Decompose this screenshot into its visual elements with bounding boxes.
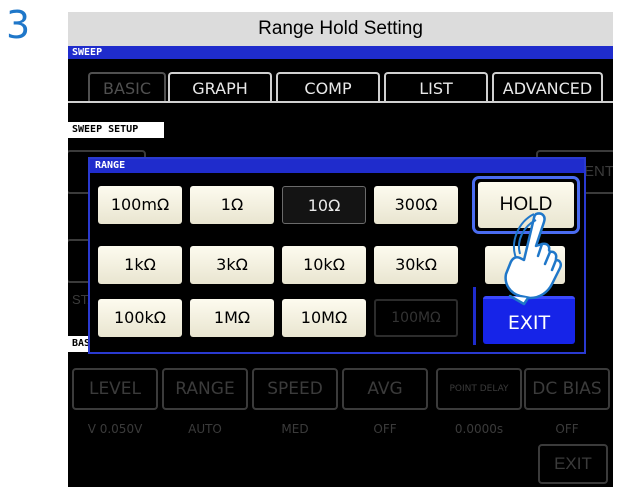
range-3kohm-button[interactable]: 3kΩ [190,246,274,284]
level-value: V 0.050V [87,422,143,436]
exit-button-background[interactable]: EXIT [538,444,608,484]
avg-value: OFF [373,422,397,436]
range-100kohm-button[interactable]: 100kΩ [98,299,182,337]
page-title: Range Hold Setting [68,12,613,46]
sweep-setup-label: SWEEP SETUP [68,122,164,138]
range-1kohm-button[interactable]: 1kΩ [98,246,182,284]
dc-bias-value: OFF [555,422,579,436]
speed-button[interactable]: SPEED [252,368,338,410]
avg-button[interactable]: AVG [342,368,428,410]
step-number: 3 [6,3,31,47]
sweep-header-bar: SWEEP [68,46,613,59]
setup-button-fragment: ENT [584,163,613,180]
speed-value: MED [281,422,309,436]
dc-bias-button[interactable]: DC BIAS [524,368,610,410]
range-dialog-title: RANGE [95,160,126,171]
range-1ohm-button[interactable]: 1Ω [190,186,274,224]
range-10ohm-button[interactable]: 10Ω [282,186,366,224]
range-10kohm-button[interactable]: 10kΩ [282,246,366,284]
tab-advanced[interactable]: ADVANCED [492,72,603,102]
basic-label: BASI [68,336,96,352]
range-100mohm-button[interactable]: 100mΩ [98,186,182,224]
range-value: AUTO [188,422,222,436]
range-dialog-titlebar: RANGE [90,159,584,173]
range-1mohm-button[interactable]: 1MΩ [190,299,274,337]
level-button[interactable]: LEVEL [72,368,158,410]
pointing-hand-icon [504,212,563,306]
tab-list[interactable]: LIST [384,72,488,102]
point-delay-value: 0.0000s [454,422,504,436]
tab-graph[interactable]: GRAPH [168,72,272,102]
exit-divider [473,287,476,345]
tab-underline [68,101,613,103]
tab-basic[interactable]: BASIC [88,72,166,102]
sweep-label: SWEEP [72,47,103,58]
range-30kohm-button[interactable]: 30kΩ [374,246,458,284]
range-10mohm-button[interactable]: 10MΩ [282,299,366,337]
range-100mohm-disabled-button: 100MΩ [374,299,458,337]
point-delay-button[interactable]: POINT DELAY [436,368,522,410]
tab-comp[interactable]: COMP [276,72,380,102]
range-300ohm-button[interactable]: 300Ω [374,186,458,224]
range-button[interactable]: RANGE [162,368,248,410]
